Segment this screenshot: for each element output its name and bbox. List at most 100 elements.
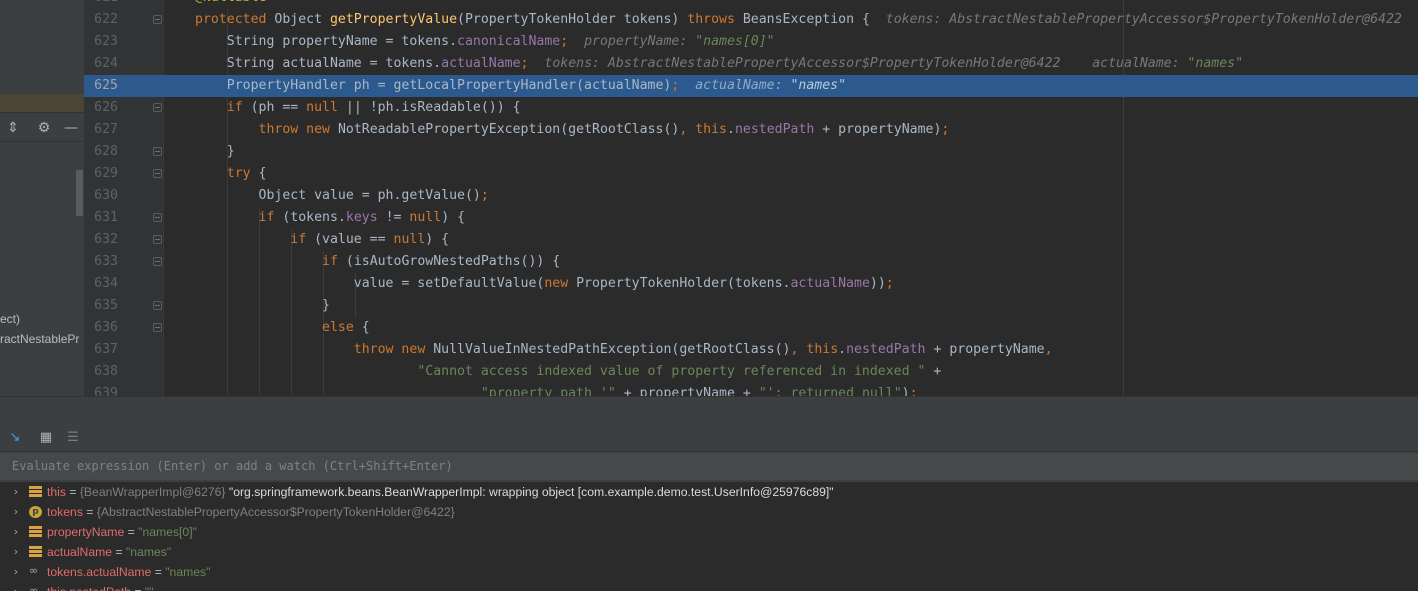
variable-row[interactable]: › p tokens = {AbstractNestablePropertyAcce… xyxy=(0,502,1418,522)
chevron-right-icon[interactable]: › xyxy=(10,482,22,502)
fold-marker-icon[interactable] xyxy=(153,257,162,266)
chevron-right-icon[interactable]: › xyxy=(10,542,22,562)
variable-row[interactable]: › propertyName = "names[0]" xyxy=(0,522,1418,542)
code-line[interactable]: 630 Object value = ph.getValue(); xyxy=(84,185,1418,207)
watch-expression-input[interactable] xyxy=(0,453,1418,480)
line-number[interactable]: 629 xyxy=(84,163,118,185)
line-number[interactable]: 634 xyxy=(84,273,118,295)
equals-sign: = xyxy=(151,565,166,579)
code-line[interactable]: 633 if (isAutoGrowNestedPaths()) { xyxy=(84,251,1418,273)
fold-marker-icon[interactable] xyxy=(153,147,162,156)
code-line[interactable]: 626 if (ph == null || !ph.isReadable()) … xyxy=(84,97,1418,119)
fold-marker-icon[interactable] xyxy=(153,15,162,24)
line-number[interactable]: 622 xyxy=(84,9,118,31)
variable-value: "" xyxy=(145,585,154,591)
code-token: ; xyxy=(480,188,489,203)
fold-marker-icon[interactable] xyxy=(153,323,162,332)
code-line[interactable]: 621 @Nullable xyxy=(84,0,1418,9)
settings-sliders-icon[interactable]: ☰ xyxy=(64,429,82,447)
line-number[interactable]: 625 xyxy=(84,75,118,97)
code-line[interactable]: 622 protected Object getPropertyValue(Pro… xyxy=(84,9,1418,31)
line-number[interactable]: 626 xyxy=(84,97,118,119)
line-number[interactable]: 628 xyxy=(84,141,118,163)
line-number[interactable]: 621 xyxy=(84,0,118,9)
panel-splitter[interactable] xyxy=(0,396,1418,424)
line-number[interactable]: 632 xyxy=(84,229,118,251)
code-text: if (tokens.keys != null) { xyxy=(195,207,465,229)
inline-debug-hint: actualName: xyxy=(695,78,791,93)
code-line[interactable]: 635 } xyxy=(84,295,1418,317)
line-number[interactable]: 627 xyxy=(84,119,118,141)
code-line[interactable]: 639 "property path '" + propertyName + "… xyxy=(84,383,1418,396)
code-line[interactable]: 629 try { xyxy=(84,163,1418,185)
variable-row[interactable]: › actualName = "names" xyxy=(0,542,1418,562)
tree-row[interactable]: ect) xyxy=(0,312,20,326)
code-line[interactable]: 624 String actualName = tokens.actualNam… xyxy=(84,53,1418,75)
line-number[interactable]: 633 xyxy=(84,251,118,273)
line-number[interactable]: 624 xyxy=(84,53,118,75)
table-view-icon[interactable]: ▦ xyxy=(37,429,55,447)
code-line[interactable]: 631 if (tokens.keys != null) { xyxy=(84,207,1418,229)
code-token: new xyxy=(544,276,577,291)
code-line[interactable]: 632 if (value == null) { xyxy=(84,229,1418,251)
fold-marker-icon[interactable] xyxy=(153,103,162,112)
line-number[interactable]: 635 xyxy=(84,295,118,317)
code-line[interactable]: 637 throw new NullValueInNestedPathExcep… xyxy=(84,339,1418,361)
field-icon xyxy=(29,546,42,558)
structure-scrollbar[interactable] xyxy=(76,170,83,216)
variable-row[interactable]: › ∞ this.nestedPath = "" xyxy=(0,582,1418,591)
code-line[interactable]: 636 else { xyxy=(84,317,1418,339)
collapse-all-icon[interactable]: ⇕ xyxy=(4,119,22,137)
variable-text: actualName = "names" xyxy=(47,542,171,562)
variable-row[interactable]: › this = {BeanWrapperImpl@6276} "org.spri… xyxy=(0,482,1418,502)
line-number[interactable]: 638 xyxy=(84,361,118,383)
step-into-icon[interactable]: ↘ xyxy=(6,429,24,447)
code-token: NotReadablePropertyException(getRootClas… xyxy=(337,122,680,137)
tree-row[interactable]: ractNestablePr xyxy=(0,332,79,346)
fold-marker-icon[interactable] xyxy=(153,169,162,178)
code-token: if xyxy=(258,210,283,225)
code-token: else xyxy=(322,320,362,335)
line-number[interactable]: 631 xyxy=(84,207,118,229)
selected-frame-strip[interactable] xyxy=(0,94,84,112)
code-token: protected xyxy=(195,12,275,27)
fold-marker-icon[interactable] xyxy=(153,301,162,310)
chevron-right-icon[interactable]: › xyxy=(10,522,22,542)
code-token: nestedPath xyxy=(734,122,815,137)
line-number[interactable]: 623 xyxy=(84,31,118,53)
code-editor[interactable]: 621 @Nullable 622 protected Object getPrope… xyxy=(84,0,1418,396)
line-number[interactable]: 637 xyxy=(84,339,118,361)
chevron-right-icon[interactable]: › xyxy=(10,502,22,522)
fold-marker-icon[interactable] xyxy=(153,235,162,244)
parameter-icon: p xyxy=(29,506,42,518)
code-line[interactable]: 627 throw new NotReadablePropertyExcepti… xyxy=(84,119,1418,141)
code-line[interactable]: 638 "Cannot access indexed value of prop… xyxy=(84,361,1418,383)
chevron-right-icon[interactable]: › xyxy=(10,582,22,591)
chevron-right-icon[interactable]: › xyxy=(10,562,22,582)
line-number[interactable]: 639 xyxy=(84,383,118,396)
variable-value: "names[0]" xyxy=(138,525,197,539)
line-number[interactable]: 636 xyxy=(84,317,118,339)
code-line[interactable]: 628 } xyxy=(84,141,1418,163)
variable-text: propertyName = "names[0]" xyxy=(47,522,197,542)
inline-debug-hint: "names" xyxy=(1187,56,1244,71)
code-token: ; xyxy=(885,276,894,291)
line-number[interactable]: 630 xyxy=(84,185,118,207)
code-text: try { xyxy=(195,163,267,185)
variable-row[interactable]: › ∞ tokens.actualName = "names" xyxy=(0,562,1418,582)
fold-marker-icon[interactable] xyxy=(153,213,162,222)
code-token: Object value = ph.getValue() xyxy=(195,188,481,203)
code-line-current[interactable]: 625 PropertyHandler ph = getLocalPropert… xyxy=(84,75,1418,97)
gear-icon[interactable]: ⚙ xyxy=(35,119,53,137)
watch-icon: ∞ xyxy=(29,564,39,577)
code-text: Object value = ph.getValue(); xyxy=(195,185,489,207)
code-text: } xyxy=(195,295,330,317)
field-icon xyxy=(29,486,42,498)
code-token: ; xyxy=(941,122,950,137)
code-text: throw new NotReadablePropertyException(g… xyxy=(195,119,950,141)
hide-icon[interactable]: — xyxy=(62,119,80,137)
code-line[interactable]: 634 value = setDefaultValue(new Property… xyxy=(84,273,1418,295)
code-token: "': returned null" xyxy=(758,386,902,396)
code-line[interactable]: 623 String propertyName = tokens.canonic… xyxy=(84,31,1418,53)
code-token: @Nullable xyxy=(195,0,266,5)
